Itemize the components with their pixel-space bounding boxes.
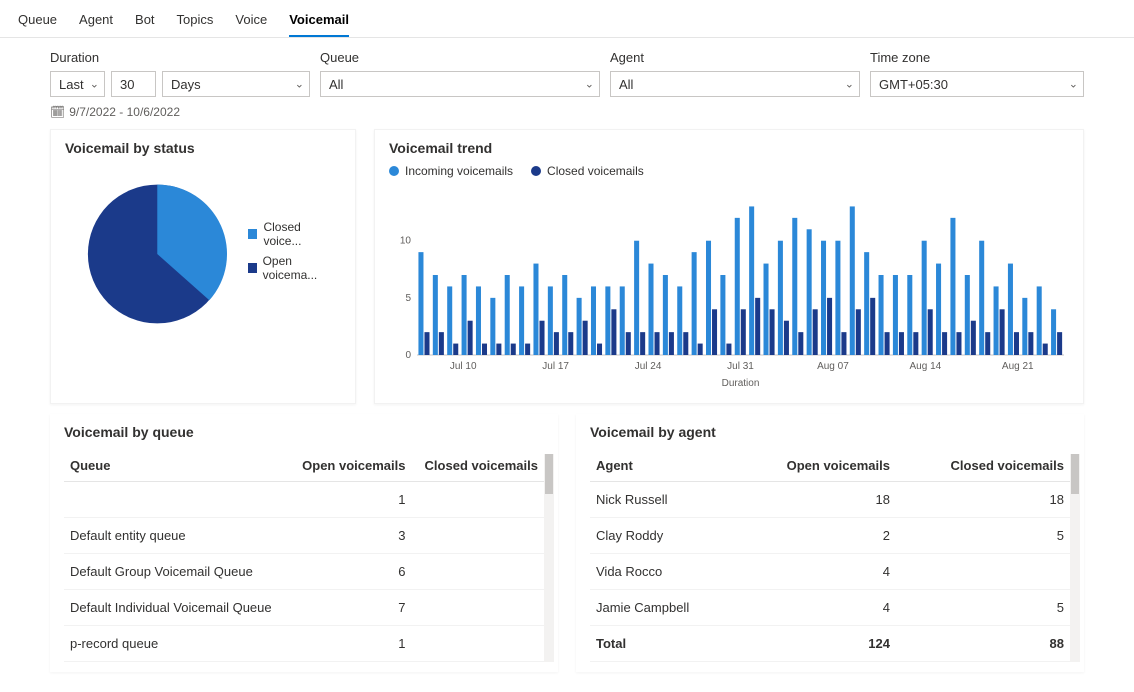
trend-bar-chart: 0 5 10 Jul 10 Jul 17 Jul 24 Jul 31 Aug 07 Aug 14… [389, 190, 1069, 390]
timezone-select[interactable]: GMT+05:30⌄ [870, 71, 1084, 97]
duration-unit-select[interactable]: Days⌄ [162, 71, 310, 97]
queue-select[interactable]: All⌄ [320, 71, 600, 97]
table-row[interactable]: Vida Rocco4 [590, 554, 1070, 590]
svg-text:10: 10 [400, 236, 412, 247]
trend-card-title: Voicemail trend [389, 140, 1069, 156]
filter-bar: Duration Last⌄ 30 Days⌄ Queue All⌄ Agent… [0, 38, 1134, 101]
col-closed[interactable]: Closed voicemails [411, 450, 544, 482]
swatch-icon [531, 166, 541, 176]
table-row[interactable]: Default entity queue3 [64, 518, 544, 554]
scrollbar[interactable] [1070, 454, 1080, 662]
tab-agent[interactable]: Agent [79, 6, 113, 37]
voicemail-by-status-card: Voicemail by status Closed voice... Open… [50, 129, 356, 404]
status-pie-chart [85, 174, 230, 334]
col-open[interactable]: Open voicemails [736, 450, 896, 482]
svg-text:Duration: Duration [722, 378, 760, 389]
tab-topics[interactable]: Topics [177, 6, 214, 37]
scrollbar-thumb[interactable] [545, 454, 553, 494]
legend-closed[interactable]: Closed voice... [248, 220, 341, 248]
agent-table: Agent Open voicemails Closed voicemails … [590, 450, 1070, 662]
chevron-down-icon: ⌄ [585, 78, 594, 91]
table-row[interactable]: Default Individual Voicemail Queue7 [64, 590, 544, 626]
svg-text:5: 5 [405, 293, 411, 304]
queue-label: Queue [320, 50, 600, 65]
svg-text:Jul 17: Jul 17 [542, 361, 569, 372]
duration-label: Duration [50, 50, 310, 65]
tab-queue[interactable]: Queue [18, 6, 57, 37]
table-row[interactable]: Nick Russell1818 [590, 482, 1070, 518]
calendar-icon: 🗓 [50, 105, 65, 119]
legend-closed-trend[interactable]: Closed voicemails [531, 164, 644, 178]
voicemail-by-queue-card: Voicemail by queue Queue Open voicemails… [50, 414, 558, 672]
col-agent[interactable]: Agent [590, 450, 736, 482]
agent-select[interactable]: All⌄ [610, 71, 860, 97]
chevron-down-icon: ⌄ [1069, 78, 1078, 91]
col-closed[interactable]: Closed voicemails [896, 450, 1070, 482]
scrollbar[interactable] [544, 454, 554, 662]
svg-text:Jul 10: Jul 10 [450, 361, 477, 372]
chevron-down-icon: ⌄ [90, 78, 99, 91]
svg-text:Aug 14: Aug 14 [910, 361, 942, 372]
swatch-icon [248, 229, 258, 239]
queue-table-title: Voicemail by queue [64, 424, 544, 440]
svg-text:0: 0 [405, 350, 411, 361]
svg-text:Aug 07: Aug 07 [817, 361, 849, 372]
agent-table-title: Voicemail by agent [590, 424, 1070, 440]
col-open[interactable]: Open voicemails [290, 450, 412, 482]
tabbar: Queue Agent Bot Topics Voice Voicemail [0, 0, 1134, 38]
duration-value-input[interactable]: 30 [111, 71, 156, 97]
svg-text:Jul 24: Jul 24 [635, 361, 662, 372]
status-card-title: Voicemail by status [65, 140, 341, 156]
chevron-down-icon: ⌄ [845, 78, 854, 91]
chevron-down-icon: ⌄ [295, 78, 304, 91]
legend-open[interactable]: Open voicema... [248, 254, 341, 282]
swatch-icon [248, 263, 257, 273]
status-legend: Closed voice... Open voicema... [248, 220, 341, 288]
table-row[interactable]: Default Group Voicemail Queue6 [64, 554, 544, 590]
svg-text:Aug 21: Aug 21 [1002, 361, 1034, 372]
legend-incoming[interactable]: Incoming voicemails [389, 164, 513, 178]
col-queue[interactable]: Queue [64, 450, 290, 482]
svg-text:Jul 31: Jul 31 [727, 361, 754, 372]
scrollbar-thumb[interactable] [1071, 454, 1079, 494]
voicemail-trend-card: Voicemail trend Incoming voicemails Clos… [374, 129, 1084, 404]
table-row[interactable]: 1 [64, 482, 544, 518]
tab-voice[interactable]: Voice [235, 6, 267, 37]
trend-legend: Incoming voicemails Closed voicemails [389, 164, 1069, 184]
swatch-icon [389, 166, 399, 176]
timezone-label: Time zone [870, 50, 1084, 65]
duration-mode-select[interactable]: Last⌄ [50, 71, 105, 97]
voicemail-by-agent-card: Voicemail by agent Agent Open voicemails… [576, 414, 1084, 672]
tab-voicemail[interactable]: Voicemail [289, 6, 349, 37]
table-row[interactable]: Clay Roddy25 [590, 518, 1070, 554]
agent-label: Agent [610, 50, 860, 65]
date-range: 🗓 9/7/2022 - 10/6/2022 [0, 101, 1134, 119]
table-row[interactable]: Jamie Campbell45 [590, 590, 1070, 626]
tab-bot[interactable]: Bot [135, 6, 155, 37]
queue-table: Queue Open voicemails Closed voicemails … [64, 450, 544, 662]
